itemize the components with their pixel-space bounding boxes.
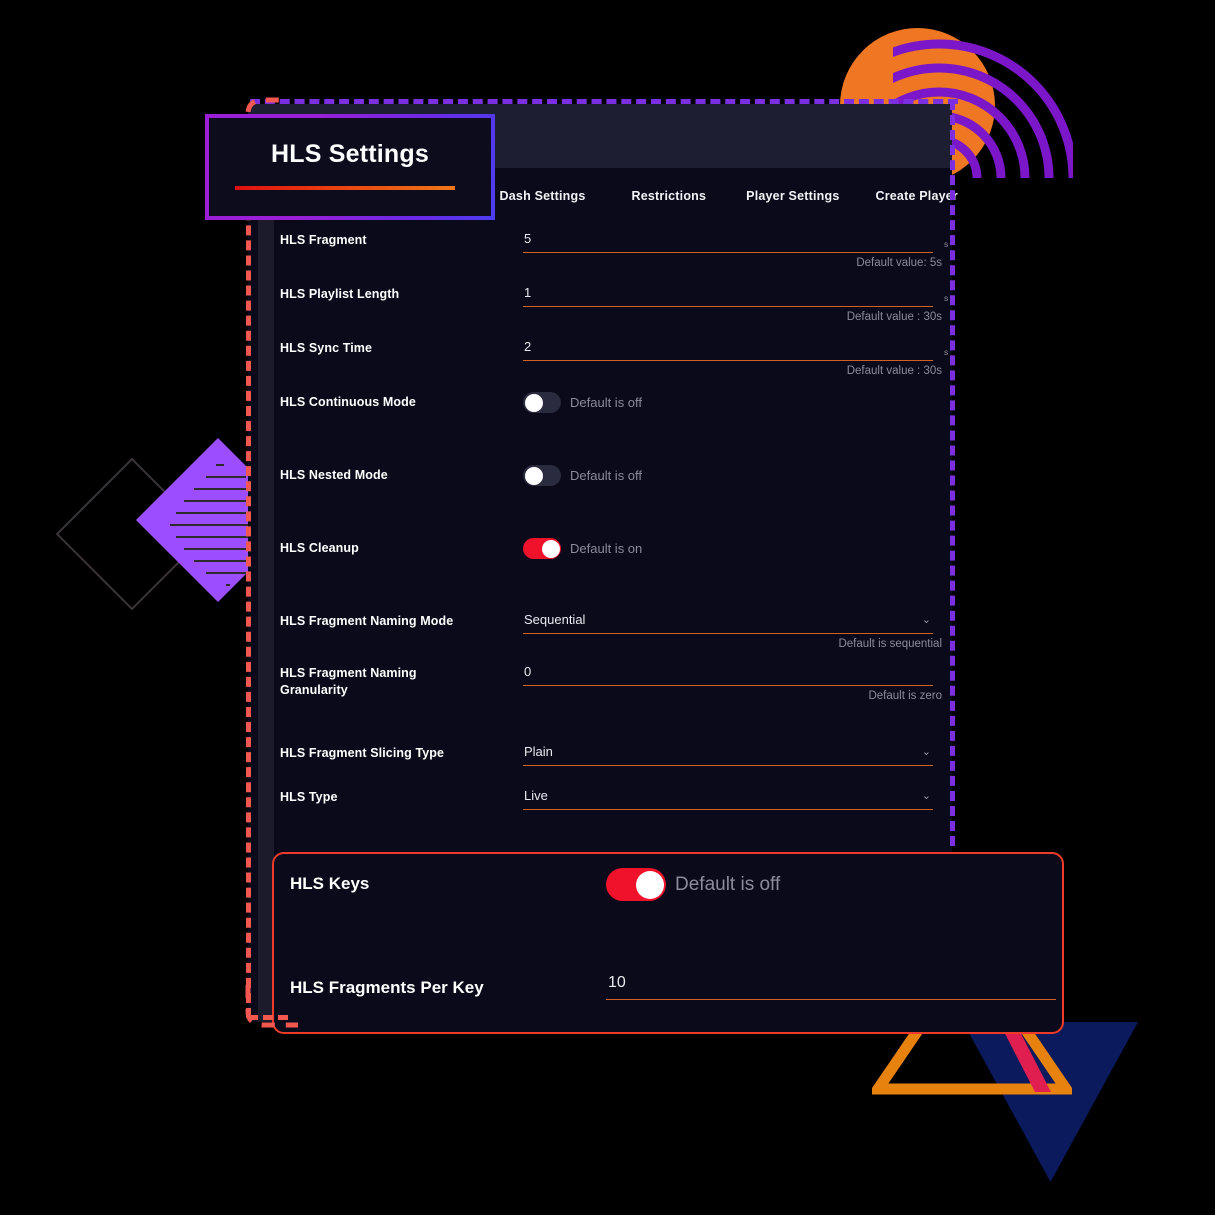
- hls-type-label: HLS Type: [280, 790, 338, 804]
- dashed-guide-top: [250, 99, 958, 104]
- hls-sync-time-unit: s: [944, 347, 949, 357]
- input-value: 10: [608, 974, 626, 991]
- hls-sync-time-hint: Default value : 30s: [846, 365, 942, 377]
- input-value: 0: [524, 664, 532, 679]
- hls-settings-title-card: HLS Settings: [205, 114, 495, 220]
- chevron-down-icon: ⌄: [921, 614, 931, 626]
- diamond-outline-decoration: [55, 457, 209, 611]
- hls-fragments-per-key-label: HLS Fragments Per Key: [290, 978, 484, 997]
- hls-fragment-naming-mode-hint: Default is sequential: [838, 638, 942, 650]
- toggle-knob: [524, 393, 543, 412]
- hls-cleanup-control: Default is on: [523, 538, 942, 559]
- hls-nested-mode-toggle-label: Default is off: [570, 468, 643, 483]
- hls-playlist-length-input[interactable]: 1: [523, 283, 933, 307]
- hls-fragment-hint: Default value: 5s: [856, 257, 942, 269]
- tab-create-player[interactable]: Create Player: [875, 189, 958, 203]
- hls-continuous-mode-toggle-label: Default is off: [570, 395, 643, 410]
- hls-cleanup-toggle-label: Default is on: [570, 541, 643, 556]
- hls-fragment-naming-granularity-hint: Default is zero: [868, 690, 942, 702]
- hls-continuous-mode-label: HLS Continuous Mode: [280, 395, 416, 409]
- input-value: Live: [524, 788, 548, 803]
- chevron-down-icon: ⌄: [921, 746, 931, 758]
- title-underline-rule: [235, 186, 455, 190]
- hls-fragment-naming-granularity-input[interactable]: 0: [523, 662, 933, 686]
- hls-fragment-slicing-type-control: Plain ⌄: [523, 742, 942, 766]
- hls-playlist-length-unit: s: [944, 293, 949, 303]
- input-value: Sequential: [524, 612, 586, 627]
- hls-fragment-naming-mode-select[interactable]: Sequential ⌄: [523, 610, 933, 634]
- toggle-knob: [524, 466, 543, 485]
- hls-sync-time-control: 2 s Default value : 30s: [523, 337, 948, 377]
- toggle-knob: [635, 870, 664, 899]
- hls-fragment-slicing-type-label: HLS Fragment Slicing Type: [280, 746, 445, 760]
- hls-keys-label: HLS Keys: [290, 874, 370, 893]
- hls-keys-highlight-panel: HLS Keys Default is off HLS Fragments Pe…: [272, 852, 1064, 1034]
- hls-nested-mode-toggle[interactable]: [523, 465, 561, 486]
- hls-fragment-input[interactable]: 5: [523, 229, 933, 253]
- dashed-guide-left: [246, 120, 251, 1018]
- input-value: 1: [524, 285, 532, 300]
- input-value: 5: [524, 231, 532, 246]
- hls-fragment-naming-mode-control: Sequential ⌄ Default is sequential: [523, 610, 942, 650]
- hls-fragment-naming-granularity-label: HLS Fragment Naming Granularity: [280, 666, 417, 697]
- hls-playlist-length-hint: Default value : 30s: [846, 311, 942, 323]
- hls-type-select[interactable]: Live ⌄: [523, 786, 933, 810]
- hls-keys-control: Default is off: [606, 868, 780, 901]
- toggle-group: Default is off: [523, 392, 942, 413]
- hls-continuous-mode-toggle[interactable]: [523, 392, 561, 413]
- input-value: 2: [524, 339, 532, 354]
- navy-triangle-decoration: [963, 1022, 1138, 1182]
- hls-cleanup-label: HLS Cleanup: [280, 541, 359, 555]
- tab-list: Dash Settings Restrictions Player Settings…: [500, 189, 958, 203]
- toggle-group: Default is on: [523, 538, 942, 559]
- dashed-guide-corner-bottomleft: [245, 985, 298, 1028]
- tab-restrictions[interactable]: Restrictions: [632, 189, 707, 203]
- page-title: HLS Settings: [271, 140, 429, 168]
- chevron-down-icon: ⌄: [921, 790, 931, 802]
- toggle-group: Default is off: [523, 465, 942, 486]
- hls-fragment-naming-granularity-control: 0 Default is zero: [523, 662, 942, 702]
- tab-dash-settings[interactable]: Dash Settings: [500, 189, 586, 203]
- hls-fragment-unit: s: [944, 239, 949, 249]
- toggle-knob: [541, 539, 560, 558]
- hls-playlist-length-label: HLS Playlist Length: [280, 287, 400, 301]
- hls-keys-toggle-label: Default is off: [675, 873, 781, 895]
- hls-sync-time-label: HLS Sync Time: [280, 341, 373, 355]
- dashed-guide-right: [950, 100, 955, 846]
- hls-nested-mode-label: HLS Nested Mode: [280, 468, 388, 482]
- hls-cleanup-toggle[interactable]: [523, 538, 561, 559]
- tab-player-settings[interactable]: Player Settings: [746, 189, 839, 203]
- screenshot-root: Dash Settings Restrictions Player Settings…: [0, 0, 1215, 1215]
- hls-keys-toggle[interactable]: [606, 868, 666, 901]
- hls-type-control: Live ⌄: [523, 786, 942, 810]
- hls-nested-mode-control: Default is off: [523, 465, 942, 486]
- hls-fragment-label: HLS Fragment: [280, 233, 367, 247]
- hls-fragment-control: 5 s Default value: 5s: [523, 229, 948, 269]
- hls-fragment-slicing-type-select[interactable]: Plain ⌄: [523, 742, 933, 766]
- hls-fragments-per-key-control: 10: [606, 974, 1056, 1000]
- input-value: Plain: [524, 744, 553, 759]
- hls-playlist-length-control: 1 s Default value : 30s: [523, 283, 948, 323]
- hls-sync-time-input[interactable]: 2: [523, 337, 933, 361]
- hls-fragments-per-key-input[interactable]: 10: [606, 974, 1056, 1000]
- hls-continuous-mode-control: Default is off: [523, 392, 942, 413]
- hls-fragment-naming-mode-label: HLS Fragment Naming Mode: [280, 614, 454, 628]
